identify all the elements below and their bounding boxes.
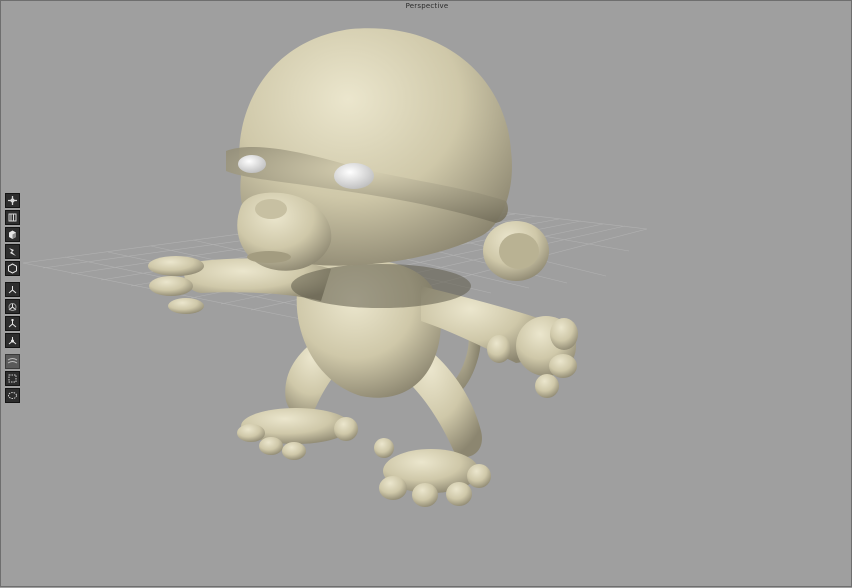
lighting-icon[interactable] (5, 244, 20, 259)
shaded-cube-icon[interactable] (5, 227, 20, 242)
model-ear (483, 221, 549, 281)
axis-world-icon[interactable] (5, 333, 20, 348)
model-right-eye (334, 163, 374, 189)
move-view-icon[interactable] (5, 193, 20, 208)
grid-toggle-icon[interactable] (5, 354, 20, 369)
texture-view-icon[interactable] (5, 210, 20, 225)
viewport-panel[interactable]: Perspective (0, 0, 852, 587)
model-left-eye (238, 155, 266, 173)
axis-view-icon[interactable] (5, 282, 20, 297)
frame-select-icon[interactable] (5, 371, 20, 386)
viewport-toolbar (5, 193, 21, 405)
scene-canvas[interactable] (1, 1, 852, 588)
axis-rotate-icon[interactable] (5, 299, 20, 314)
frame-all-icon[interactable] (5, 388, 20, 403)
model-head (226, 28, 512, 271)
axis-scale-icon[interactable] (5, 316, 20, 331)
wireframe-hexagon-icon[interactable] (5, 261, 20, 276)
